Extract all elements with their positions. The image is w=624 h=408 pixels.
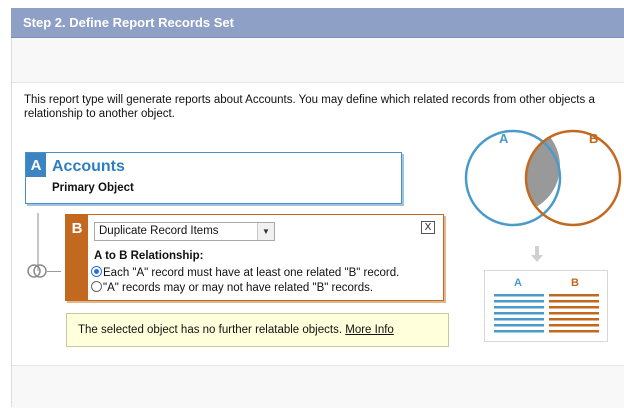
step-header: Step 2. Define Report Records Set: [11, 8, 624, 38]
notice-message: The selected object has no further relat…: [78, 324, 343, 336]
page-left-gap: [0, 0, 11, 407]
chevron-down-icon[interactable]: ▼: [257, 223, 274, 240]
primary-object-box: A Accounts Primary Object: [25, 152, 402, 204]
related-object-select[interactable]: Duplicate Record Items ▼: [94, 222, 275, 241]
step-title: Step 2. Define Report Records Set: [23, 15, 234, 30]
relationship-option-required[interactable]: Each "A" record must have at least one r…: [91, 266, 399, 279]
related-object-box: B Duplicate Record Items ▼ X A to B Rela…: [65, 214, 444, 301]
report-table-icon: A B: [494, 277, 599, 333]
info-notice: The selected object has no further relat…: [66, 313, 449, 347]
venn-diagram-icon: A B: [464, 129, 622, 227]
radio-required[interactable]: [91, 266, 102, 277]
connector-branch: [47, 271, 61, 272]
table-label-b: B: [571, 277, 579, 289]
table-label-a: A: [514, 277, 522, 289]
primary-object-name: Accounts: [52, 158, 125, 175]
description-line-1: This report type will generate reports a…: [24, 94, 595, 106]
object-a-letter: A: [30, 157, 42, 174]
primary-object-label: Primary Object: [52, 182, 134, 194]
arrow-down-icon: [531, 246, 543, 262]
relationship-option-optional[interactable]: "A" records may or may not have related …: [91, 281, 373, 294]
relationship-option-required-label: Each "A" record must have at least one r…: [103, 267, 400, 279]
top-spacer: [12, 38, 624, 83]
notice-text: The selected object has no further relat…: [78, 324, 394, 336]
related-object-select-value: Duplicate Record Items: [99, 225, 219, 237]
relationship-title: A to B Relationship:: [94, 250, 204, 262]
description-line-2: relationship to another object.: [24, 108, 175, 120]
description-text: This report type will generate reports a…: [24, 93, 624, 121]
more-info-link[interactable]: More Info: [345, 324, 394, 336]
report-table-diagram: A B: [484, 270, 608, 342]
radio-optional[interactable]: [91, 281, 102, 292]
remove-object-button[interactable]: X: [421, 221, 435, 234]
object-b-letter: B: [71, 220, 83, 237]
relationship-option-optional-label: "A" records may or may not have related …: [103, 282, 374, 294]
bottom-spacer: [12, 365, 624, 408]
